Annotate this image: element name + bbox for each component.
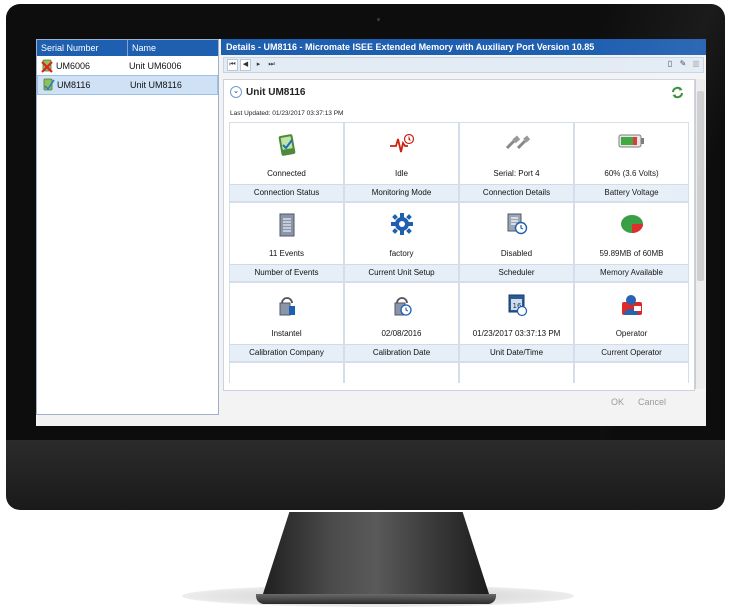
calendar-clock-icon: 16 [506, 293, 528, 322]
tile-label: Monitoring Mode [345, 184, 458, 201]
tile-label: Current Unit Setup [345, 264, 458, 281]
unit-header-label: Unit UM8116 [246, 86, 306, 98]
chevron-down-icon[interactable]: ⌄ [230, 86, 242, 98]
tile-value: 01/23/2017 03:37:13 PM [472, 329, 561, 338]
connection-status-icon [276, 133, 298, 162]
app-screen: Serial Number Name UM6006 Unit UM6006 UM… [36, 39, 706, 426]
details-panel: Details - UM8116 - Micromate ISEE Extend… [221, 39, 706, 426]
tile-label: Connection Status [230, 184, 343, 201]
scrollbar-thumb[interactable] [697, 91, 704, 281]
monitor-stand-base [256, 594, 496, 604]
status-tile[interactable]: 11 Events Number of Events [229, 202, 344, 282]
calibration-company-icon [276, 293, 298, 322]
last-updated-text: Last Updated: 01/23/2017 03:37:13 PM [230, 110, 344, 117]
tile-value: factory [389, 249, 414, 258]
tile-value: 59.89MB of 60MB [599, 249, 664, 258]
name-column-header[interactable]: Name [128, 40, 156, 56]
status-tile-partial [459, 362, 574, 383]
tile-value: Operator [615, 329, 648, 338]
serial-number-column-header[interactable]: Serial Number [37, 40, 128, 56]
monitor-chin [6, 440, 725, 510]
monitor-stand [262, 512, 490, 597]
tile-label: Scheduler [460, 264, 573, 281]
unit-serial: UM6006 [56, 60, 91, 71]
tile-label: Number of Events [230, 264, 343, 281]
tile-label: Battery Voltage [575, 184, 688, 201]
cancel-button[interactable]: Cancel [638, 397, 666, 407]
calibration-date-icon [391, 293, 413, 322]
status-tile[interactable]: 16 01/23/2017 03:37:13 PM Unit Date/Time [459, 282, 574, 362]
navigation-toolbar: ⏮ ◀ ▸ ⏭ ▯ ✎ ▥ [223, 57, 704, 73]
unit-name: Unit UM6006 [129, 60, 182, 71]
status-tile-partial [344, 362, 459, 383]
serial-cable-icon [504, 133, 530, 158]
tile-value: Connected [267, 169, 306, 178]
dialog-buttons: OK Cancel [611, 397, 666, 407]
tile-label: Memory Available [575, 264, 688, 281]
disconnected-unit-icon [40, 59, 54, 73]
tile-label: Unit Date/Time [460, 344, 573, 361]
status-tile[interactable]: Operator Current Operator [574, 282, 689, 362]
status-tile[interactable]: Instantel Calibration Company [229, 282, 344, 362]
events-document-icon [278, 213, 296, 242]
tile-value: 02/08/2016 [381, 329, 422, 338]
delete-icon[interactable]: ▥ [691, 59, 701, 69]
edit-pencil-icon[interactable]: ✎ [678, 59, 688, 69]
details-title: Details - UM8116 - Micromate ISEE Extend… [221, 39, 706, 55]
tile-value: Serial: Port 4 [493, 169, 540, 178]
tile-label: Current Operator [575, 344, 688, 361]
unit-serial: UM8116 [57, 80, 91, 90]
status-tile[interactable]: Serial: Port 4 Connection Details [459, 122, 574, 202]
refresh-icon[interactable] [671, 86, 684, 99]
save-icon[interactable]: ▯ [665, 59, 675, 69]
gear-icon [390, 213, 413, 240]
status-tile-partial [574, 362, 689, 383]
tile-label: Calibration Company [230, 344, 343, 361]
unit-list: Serial Number Name UM6006 Unit UM6006 UM… [36, 39, 219, 415]
status-tile[interactable]: factory Current Unit Setup [344, 202, 459, 282]
unit-row-selected[interactable]: UM8116 Unit UM8116 [37, 75, 218, 95]
tile-label: Connection Details [460, 184, 573, 201]
unit-list-header: Serial Number Name [37, 40, 218, 56]
camera-dot [377, 18, 380, 21]
tile-value: Disabled [500, 249, 533, 258]
scheduler-icon [506, 213, 528, 240]
status-tile-partial [229, 362, 344, 383]
status-tile[interactable]: Idle Monitoring Mode [344, 122, 459, 202]
status-tile[interactable]: 60% (3.6 Volts) Battery Voltage [574, 122, 689, 202]
unit-details-content: ⌄ Unit UM8116 Last Updated: 01/23/2017 0… [223, 79, 695, 391]
ok-button[interactable]: OK [611, 397, 624, 407]
pie-chart-icon [619, 213, 645, 240]
connected-unit-icon [41, 78, 55, 92]
heartbeat-icon [389, 133, 415, 160]
unit-section-header[interactable]: ⌄ Unit UM8116 [230, 86, 305, 98]
previous-record-icon[interactable]: ◀ [240, 59, 251, 71]
unit-row[interactable]: UM6006 Unit UM6006 [37, 56, 218, 75]
status-tile[interactable]: Connected Connection Status [229, 122, 344, 202]
first-record-icon[interactable]: ⏮ [227, 59, 238, 71]
unit-name: Unit UM8116 [130, 80, 182, 90]
status-tile[interactable]: 02/08/2016 Calibration Date [344, 282, 459, 362]
tile-label: Calibration Date [345, 344, 458, 361]
status-tile[interactable]: 59.89MB of 60MB Memory Available [574, 202, 689, 282]
tile-value: Idle [395, 169, 408, 178]
battery-icon [618, 133, 646, 154]
tile-value: Instantel [271, 329, 302, 338]
operator-icon [620, 293, 644, 322]
vertical-scrollbar[interactable] [695, 79, 705, 389]
status-tile[interactable]: Disabled Scheduler [459, 202, 574, 282]
next-record-icon[interactable]: ▸ [253, 59, 264, 71]
tile-value: 11 Events [269, 249, 304, 258]
tile-value: 60% (3.6 Volts) [604, 169, 659, 178]
last-record-icon[interactable]: ⏭ [266, 59, 277, 71]
